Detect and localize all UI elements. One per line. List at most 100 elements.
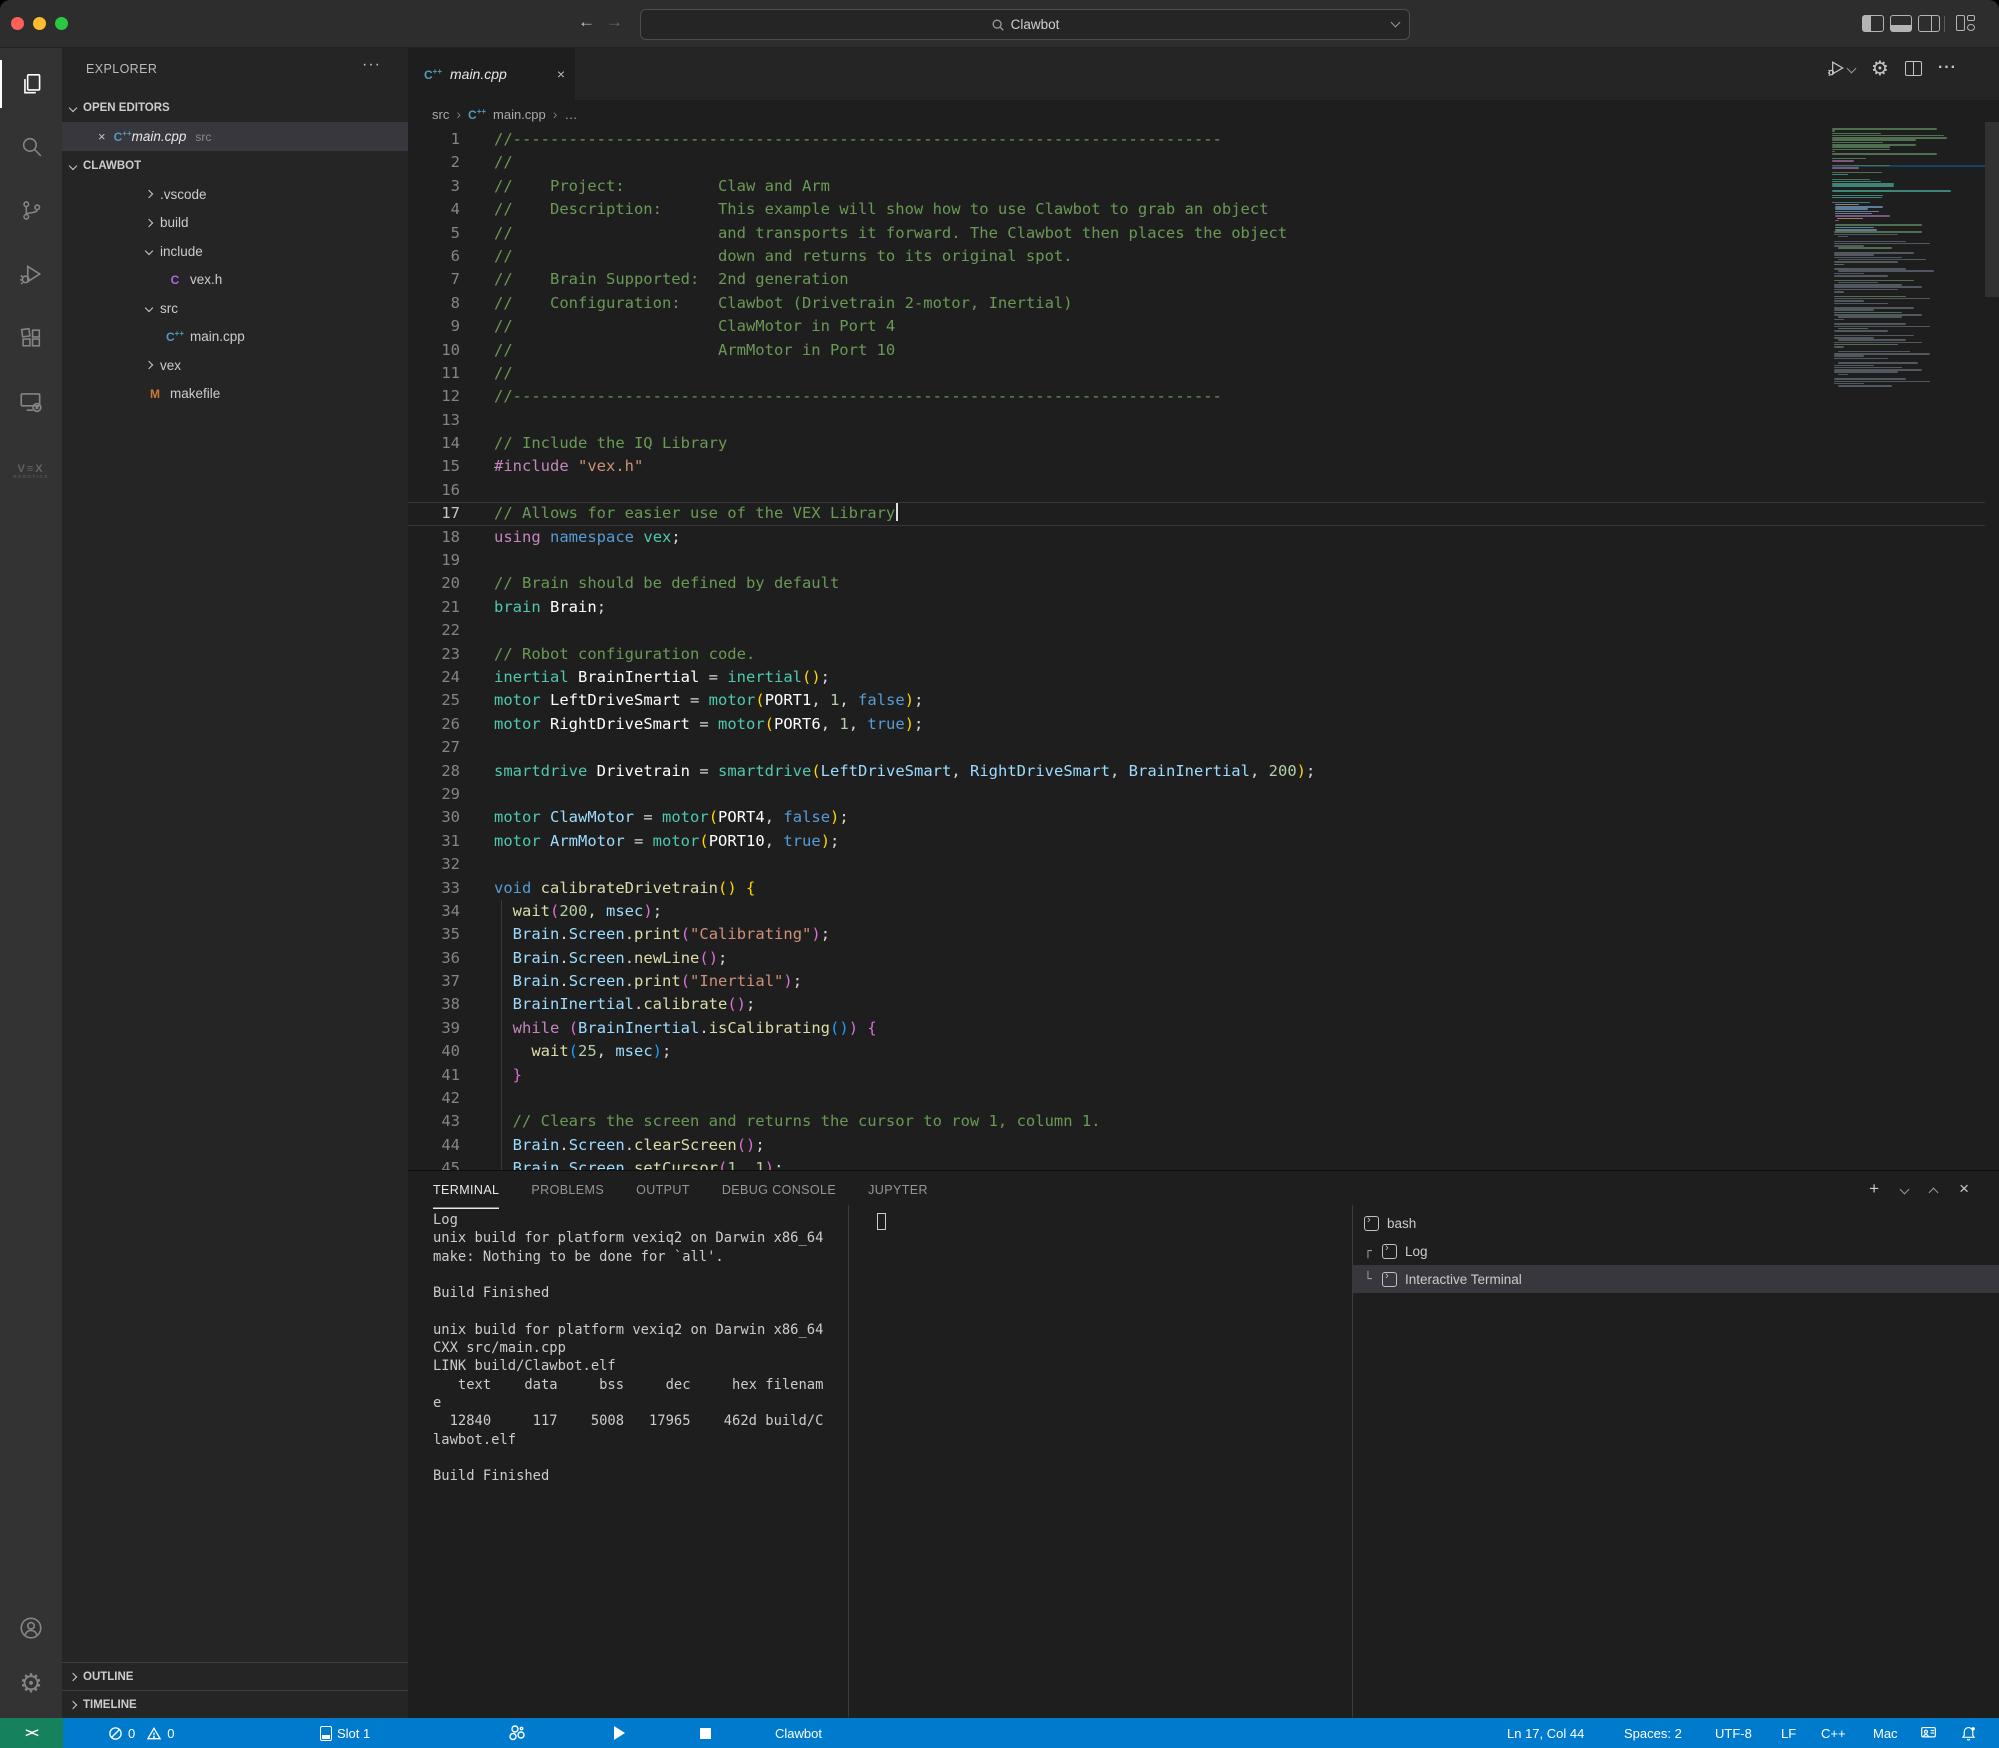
panel-tab-problems[interactable]: PROBLEMS bbox=[531, 1171, 604, 1209]
slot-status[interactable]: Slot 1 bbox=[320, 1718, 370, 1748]
code-line-24[interactable]: 24 inertial BrainInertial = inertial(); bbox=[408, 666, 1985, 689]
open-editors-header[interactable]: OPEN EDITORS bbox=[62, 94, 408, 122]
code-line-19[interactable]: 19 bbox=[408, 549, 1985, 572]
code-line-9[interactable]: 9 // ClawMotor in Port 4 bbox=[408, 315, 1985, 338]
code-line-36[interactable]: 36 Brain.Screen.newLine(); bbox=[408, 947, 1985, 970]
problems-status[interactable]: 0 0 bbox=[108, 1718, 174, 1748]
code-line-38[interactable]: 38 BrainInertial.calibrate(); bbox=[408, 993, 1985, 1016]
indentation-status[interactable]: Spaces: 2 bbox=[1624, 1718, 1682, 1748]
code-line-13[interactable]: 13 bbox=[408, 409, 1985, 432]
manage-gear-icon[interactable]: ⚙ bbox=[1871, 56, 1889, 80]
timeline-section-header[interactable]: TIMELINE bbox=[62, 1690, 408, 1718]
close-panel-icon[interactable]: × bbox=[1959, 1179, 1969, 1199]
panel-tab-debug-console[interactable]: DEBUG CONSOLE bbox=[722, 1171, 836, 1209]
code-line-26[interactable]: 26 motor RightDriveSmart = motor(PORT6, 1… bbox=[408, 713, 1985, 736]
os-target-status[interactable]: Mac bbox=[1873, 1718, 1898, 1748]
code-line-5[interactable]: 5 // and transports it forward. The Clawb… bbox=[408, 222, 1985, 245]
accounts-icon[interactable] bbox=[0, 1604, 62, 1652]
extensions-icon[interactable] bbox=[0, 314, 62, 362]
code-line-43[interactable]: 43 // Clears the screen and returns the … bbox=[408, 1110, 1985, 1133]
tree-item-include[interactable]: include bbox=[62, 237, 408, 266]
code-line-25[interactable]: 25 motor LeftDriveSmart = motor(PORT1, 1,… bbox=[408, 689, 1985, 712]
terminal-split-divider[interactable] bbox=[848, 1205, 849, 1717]
breadcrumb-item[interactable]: main.cpp bbox=[493, 107, 546, 122]
notifications-status[interactable] bbox=[1960, 1718, 1977, 1748]
settings-gear-icon[interactable]: ⚙ bbox=[0, 1660, 62, 1708]
code-line-39[interactable]: 39 while (BrainInertial.isCalibrating())… bbox=[408, 1017, 1985, 1040]
breadcrumb-item[interactable]: src bbox=[432, 107, 449, 122]
vex-extension-icon[interactable]: V≡X ROBOTICS bbox=[0, 448, 62, 496]
search-view-icon[interactable] bbox=[0, 122, 62, 170]
run-debug-icon[interactable] bbox=[0, 250, 62, 298]
code-line-34[interactable]: 34 wait(200, msec); bbox=[408, 900, 1985, 923]
tree-item-main-cpp[interactable]: C++ main.cpp bbox=[62, 323, 408, 352]
code-line-16[interactable]: 16 bbox=[408, 479, 1985, 502]
tree-item-makefile[interactable]: Mmakefile bbox=[62, 380, 408, 409]
explorer-icon[interactable] bbox=[0, 60, 62, 108]
nav-back-icon[interactable]: ← bbox=[578, 12, 595, 32]
code-line-15[interactable]: 15 #include "vex.h" bbox=[408, 455, 1985, 478]
project-section-header[interactable]: CLAWBOT bbox=[62, 152, 408, 180]
customize-layout-icon[interactable] bbox=[1956, 15, 1976, 33]
more-actions-icon[interactable]: ··· bbox=[1938, 59, 1957, 77]
code-line-29[interactable]: 29 bbox=[408, 783, 1985, 806]
sidebar-more-actions-icon[interactable]: ··· bbox=[362, 56, 381, 74]
panel-tab-terminal[interactable]: TERMINAL bbox=[433, 1171, 499, 1209]
code-line-18[interactable]: 18 using namespace vex; bbox=[408, 526, 1985, 549]
code-line-33[interactable]: 33 void calibrateDrivetrain() { bbox=[408, 877, 1985, 900]
tree-item--vscode[interactable]: .vscode bbox=[62, 180, 408, 209]
code-line-8[interactable]: 8 // Configuration: Clawbot (Drivetrain 2… bbox=[408, 292, 1985, 315]
zoom-window-button[interactable] bbox=[55, 17, 68, 30]
minimize-window-button[interactable] bbox=[33, 17, 46, 30]
tab-main-cpp[interactable]: C++ main.cpp × bbox=[408, 48, 576, 100]
panel-tab-output[interactable]: OUTPUT bbox=[636, 1171, 690, 1209]
feedback-status[interactable] bbox=[1920, 1718, 1937, 1748]
run-debug-file-button[interactable] bbox=[1826, 58, 1857, 78]
split-editor-icon[interactable] bbox=[1904, 60, 1922, 76]
remote-indicator[interactable]: >< bbox=[0, 1718, 63, 1748]
code-line-10[interactable]: 10 // ArmMotor in Port 10 bbox=[408, 339, 1985, 362]
code-line-30[interactable]: 30 motor ClawMotor = motor(PORT4, false); bbox=[408, 806, 1985, 829]
code-line-27[interactable]: 27 bbox=[408, 736, 1985, 759]
open-editor-item-main-cpp[interactable]: × C++ main.cpp src bbox=[62, 122, 408, 151]
breadcrumb[interactable]: src › C++ main.cpp ›… bbox=[408, 100, 1999, 128]
tree-item-src[interactable]: src bbox=[62, 294, 408, 323]
code-line-14[interactable]: 14 // Include the IQ Library bbox=[408, 432, 1985, 455]
code-line-6[interactable]: 6 // down and returns to its original spo… bbox=[408, 245, 1985, 268]
toggle-sidebar-icon[interactable] bbox=[1862, 15, 1884, 32]
code-line-45[interactable]: 45 Brain.Screen.setCursor(1, 1); bbox=[408, 1157, 1985, 1170]
terminal-list-item-interactive-terminal[interactable]: └ Interactive Terminal bbox=[1352, 1265, 1999, 1293]
code-line-4[interactable]: 4 // Description: This example will show … bbox=[408, 198, 1985, 221]
tree-item-vex[interactable]: vex bbox=[62, 351, 408, 380]
command-center-search[interactable]: Clawbot bbox=[640, 9, 1410, 40]
close-tab-icon[interactable]: × bbox=[557, 66, 565, 82]
close-window-button[interactable] bbox=[11, 17, 24, 30]
tree-item-build[interactable]: build bbox=[62, 209, 408, 238]
run-program-button[interactable] bbox=[614, 1718, 625, 1748]
vex-device-status[interactable] bbox=[508, 1718, 528, 1748]
code-line-31[interactable]: 31 motor ArmMotor = motor(PORT10, true); bbox=[408, 830, 1985, 853]
panel-tab-jupyter[interactable]: JUPYTER bbox=[868, 1171, 928, 1209]
terminal-list-item-bash[interactable]: bash bbox=[1352, 1209, 1999, 1237]
source-control-icon[interactable] bbox=[0, 186, 62, 234]
code-line-23[interactable]: 23 // Robot configuration code. bbox=[408, 643, 1985, 666]
code-line-37[interactable]: 37 Brain.Screen.print("Inertial"); bbox=[408, 970, 1985, 993]
remote-explorer-icon[interactable] bbox=[0, 378, 62, 426]
project-status[interactable]: Clawbot bbox=[775, 1718, 822, 1748]
code-line-11[interactable]: 11 // bbox=[408, 362, 1985, 385]
encoding-status[interactable]: UTF-8 bbox=[1715, 1718, 1752, 1748]
code-line-17[interactable]: 17 // Allows for easier use of the VEX Li… bbox=[408, 502, 1985, 525]
code-line-42[interactable]: 42 bbox=[408, 1087, 1985, 1110]
toggle-secondary-sidebar-icon[interactable] bbox=[1918, 15, 1940, 32]
code-line-28[interactable]: 28 smartdrive Drivetrain = smartdrive(Lef… bbox=[408, 760, 1985, 783]
terminal-list-item-log[interactable]: ┌ Log bbox=[1352, 1237, 1999, 1265]
cursor-position-status[interactable]: Ln 17, Col 44 bbox=[1507, 1718, 1584, 1748]
terminal-picker-chevron-icon[interactable] bbox=[1899, 1184, 1910, 1194]
code-line-3[interactable]: 3 // Project: Claw and Arm bbox=[408, 175, 1985, 198]
maximize-panel-icon[interactable] bbox=[1928, 1187, 1939, 1197]
minimap[interactable] bbox=[1832, 128, 1985, 528]
tree-item-vex-h[interactable]: Cvex.h bbox=[62, 266, 408, 295]
code-line-44[interactable]: 44 Brain.Screen.clearScreen(); bbox=[408, 1134, 1985, 1157]
breadcrumb-item[interactable]: … bbox=[564, 107, 577, 122]
language-mode-status[interactable]: C++ bbox=[1821, 1718, 1846, 1748]
